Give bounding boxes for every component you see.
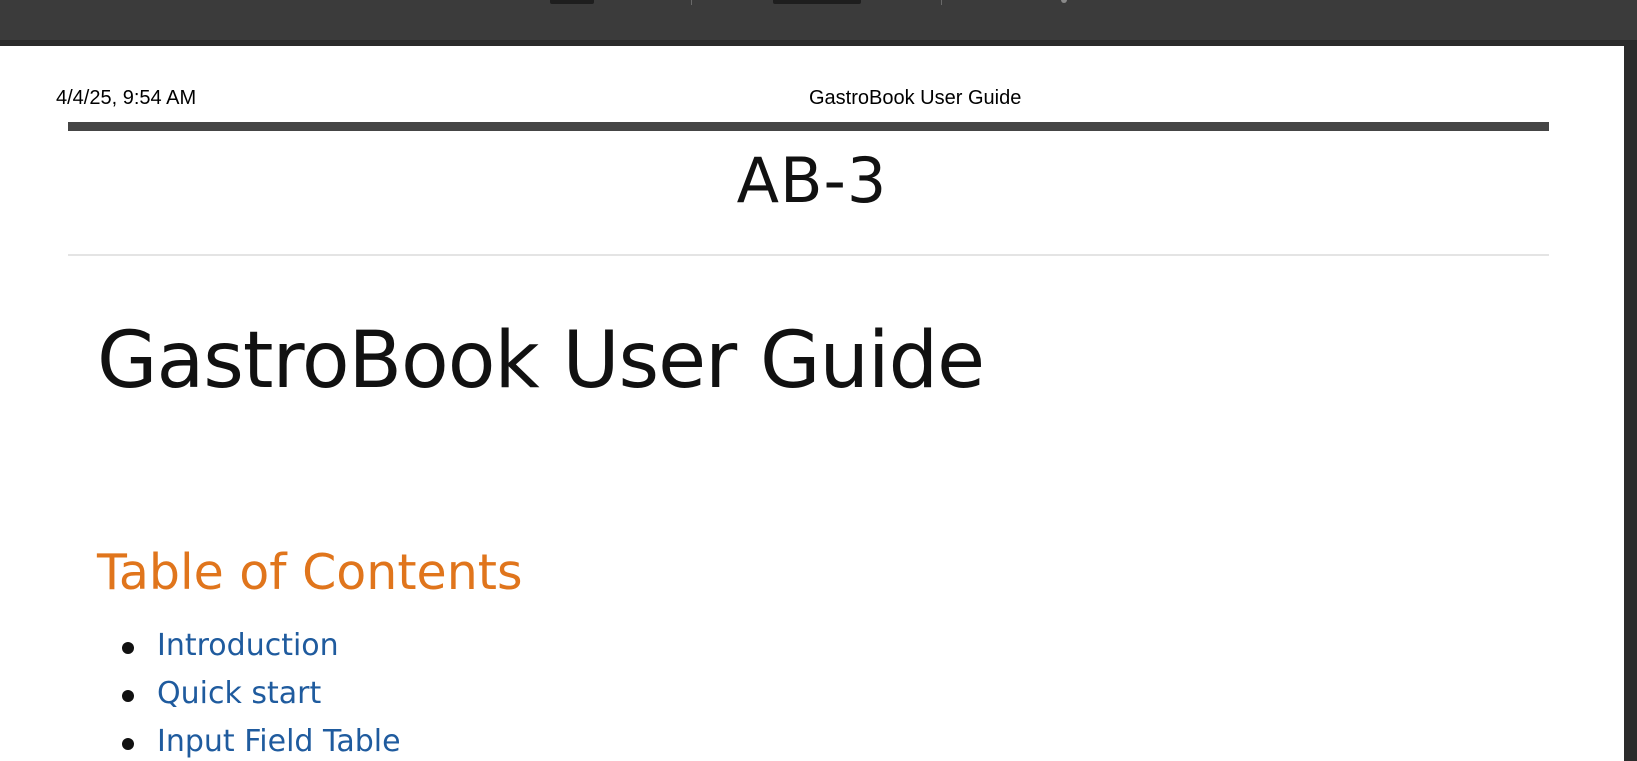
toolbar-button[interactable]: [773, 0, 861, 4]
toc-item-introduction: Introduction: [0, 622, 700, 670]
toc-link-quick-start[interactable]: Quick start: [157, 676, 321, 712]
toolbar-icon[interactable]: [1061, 0, 1067, 3]
toc-list: Introduction Quick start Input Field Tab…: [0, 622, 700, 761]
print-header-title: GastroBook User Guide: [809, 87, 1022, 109]
toc-item-input-field-table: Input Field Table: [0, 718, 700, 761]
print-date: 4/4/25, 9:54 AM: [56, 87, 197, 109]
document-viewer: 4/4/25, 9:54 AM GastroBook User Guide AB…: [0, 0, 1637, 761]
toolbar-separator: [691, 0, 692, 5]
section-divider: [68, 254, 1549, 256]
toc-heading: Table of Contents: [97, 544, 523, 601]
document-title: GastroBook User Guide: [97, 316, 985, 406]
toc-item-quick-start: Quick start: [0, 670, 700, 718]
bullet-icon: [122, 690, 134, 702]
bullet-icon: [122, 738, 134, 750]
viewer-scroll-gutter: [1624, 46, 1637, 761]
header-divider-bar: [68, 122, 1549, 131]
toc-link-introduction[interactable]: Introduction: [157, 628, 339, 664]
bullet-icon: [122, 642, 134, 654]
toolbar-button[interactable]: [550, 0, 594, 4]
toolbar-separator: [941, 0, 942, 5]
document-code: AB-3: [736, 144, 888, 217]
toc-link-input-field-table[interactable]: Input Field Table: [157, 724, 401, 760]
viewer-toolbar: [0, 0, 1637, 41]
document-page: 4/4/25, 9:54 AM GastroBook User Guide AB…: [0, 46, 1624, 761]
